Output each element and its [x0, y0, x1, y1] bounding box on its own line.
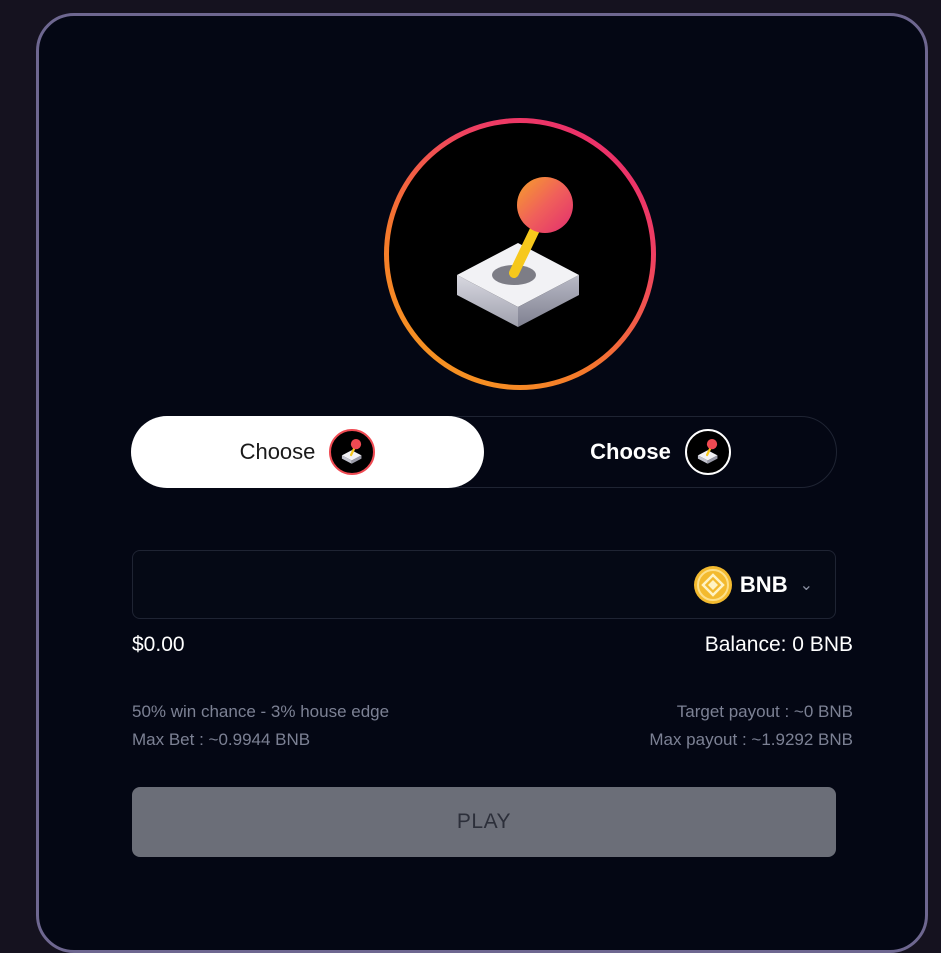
hero-avatar-ring: [384, 118, 656, 390]
joystick-icon: [457, 177, 579, 327]
usd-value: $0.00: [132, 633, 185, 656]
hero-avatar: [389, 123, 651, 385]
choose-option-2-label: Choose: [590, 439, 671, 464]
option-1-avatar: [329, 429, 376, 475]
bet-amount-input[interactable]: [145, 561, 669, 611]
bet-info-left: 50% win chance - 3% house edge Max Bet :…: [132, 698, 389, 754]
choose-option-1-label: Choose: [239, 439, 316, 464]
option-2-avatar: [684, 429, 731, 475]
choose-option-2[interactable]: Choose: [484, 416, 837, 488]
token-symbol: BNB: [739, 572, 788, 597]
max-bet-text: Max Bet : ~0.9944 BNB: [132, 730, 311, 749]
play-button[interactable]: PLAY: [132, 787, 836, 857]
chevron-down-icon: ⌄: [799, 577, 813, 594]
bet-amount-field: BNB ⌄: [132, 550, 836, 619]
bnb-coin-icon: [693, 566, 732, 604]
target-payout-text: Target payout : ~0 BNB: [676, 702, 853, 721]
bet-info-right: Target payout : ~0 BNB Max payout : ~1.9…: [649, 698, 853, 754]
balance-text: Balance: 0 BNB: [704, 633, 853, 656]
game-card: Choose Choose BNB ⌄ $0.00 Balance: 0 BNB…: [36, 13, 928, 953]
joystick-icon: [342, 439, 362, 464]
win-chance-text: 50% win chance - 3% house edge: [132, 702, 390, 721]
joystick-icon: [697, 439, 718, 464]
choose-option-1[interactable]: Choose: [131, 416, 484, 488]
side-selector: Choose Choose: [131, 416, 837, 488]
token-selector[interactable]: BNB ⌄: [693, 565, 813, 605]
max-payout-text: Max payout : ~1.9292 BNB: [649, 730, 853, 749]
